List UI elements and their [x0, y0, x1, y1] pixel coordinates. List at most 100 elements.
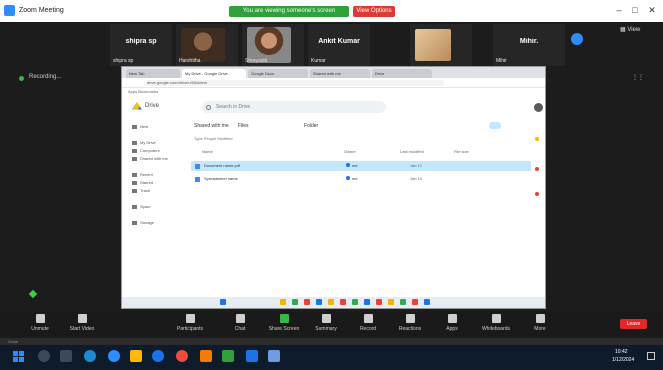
gallery-toggle[interactable]: ⋮⋮ [632, 74, 644, 81]
record-button[interactable]: Record [348, 314, 388, 336]
app-icon [352, 299, 358, 305]
view-button[interactable]: ▦ View [620, 26, 640, 33]
column-header[interactable]: Owner [344, 149, 356, 154]
reactions-button[interactable]: Reactions [390, 314, 430, 336]
file-row[interactable]: Document name.pdf me Jan 12 [191, 161, 531, 171]
participant-tile[interactable]: shipra sp shipra sp [110, 24, 172, 66]
shared-screen-view[interactable]: New Tab My Drive - Google Drive Google D… [121, 66, 546, 309]
drive-nav-item[interactable]: Computers [132, 147, 182, 154]
record-icon [363, 314, 373, 323]
participant-tile[interactable]: Harshitha [176, 24, 238, 66]
app-icon[interactable] [268, 350, 280, 362]
drive-nav-item[interactable]: Spam [132, 203, 182, 210]
whiteboards-button[interactable]: Whiteboards [476, 314, 516, 336]
calendar-icon[interactable] [535, 167, 539, 171]
drive-nav-item[interactable]: Storage [132, 219, 182, 226]
next-participants-icon[interactable] [571, 33, 583, 45]
mute-button[interactable]: Unmute [20, 314, 60, 336]
avatar[interactable] [534, 103, 543, 112]
toolbar-label: Participants [176, 326, 204, 332]
toolbar-label: Share Screen [268, 326, 300, 332]
file-row[interactable]: Spreadsheet name me Jan 10 [191, 174, 531, 184]
spam-icon [132, 204, 137, 209]
app-icon [364, 299, 370, 305]
chat-button[interactable]: Chat [220, 314, 260, 336]
drive-search-input[interactable]: Search in Drive [202, 101, 386, 113]
participant-display-name: shipra sp [125, 38, 157, 45]
windows-start-icon[interactable] [13, 351, 24, 362]
shared-icon [132, 156, 137, 161]
drive-nav-item[interactable]: Starred [132, 179, 182, 186]
summary-icon [321, 314, 331, 323]
nav-label: Computers [140, 148, 160, 153]
share-screen-icon [279, 314, 289, 323]
filter-chips[interactable]: Type People Modified [194, 136, 232, 141]
more-button[interactable]: More [520, 314, 560, 336]
maximize-icon[interactable]: □ [628, 4, 642, 16]
breadcrumb[interactable]: Files [238, 123, 249, 129]
app-icon [424, 299, 430, 305]
search-icon[interactable] [38, 350, 50, 362]
toolbar-label: Summary [315, 326, 337, 332]
column-header[interactable]: Name [202, 149, 213, 154]
toolbar-label: Chat [234, 326, 246, 332]
drive-nav-item[interactable]: My Drive [132, 139, 182, 146]
file-name: Document name.pdf [204, 163, 241, 168]
nav-label: Spam [140, 204, 151, 209]
status-strip [0, 338, 663, 345]
keep-icon[interactable] [535, 137, 539, 141]
browser-tab[interactable]: Drive [372, 69, 432, 78]
app-icon[interactable] [176, 350, 188, 362]
file-name: Spreadsheet name [204, 176, 238, 181]
participant-tile[interactable]: Mihir. Mihir [493, 24, 565, 66]
drive-nav-item[interactable]: Shared with me [132, 155, 182, 162]
column-header[interactable]: File size [454, 149, 469, 154]
summary-button[interactable]: Summary [306, 314, 346, 336]
task-view-icon[interactable] [60, 350, 72, 362]
breadcrumb[interactable]: Folder [304, 123, 318, 129]
minimize-icon[interactable]: – [612, 4, 626, 16]
url-input[interactable]: drive.google.com/drive/u/0/folders [144, 80, 444, 86]
zoom-taskbar-icon[interactable] [108, 350, 120, 362]
column-header[interactable]: Last modified [400, 149, 424, 154]
edge-icon[interactable] [84, 350, 96, 362]
app-icon[interactable] [246, 350, 258, 362]
app-icon[interactable] [222, 350, 234, 362]
status-strip-text: Zoom [8, 339, 19, 344]
browser-tab[interactable]: Shared with me [310, 69, 370, 78]
chrome-icon[interactable] [152, 350, 164, 362]
video-button[interactable]: Start Video [62, 314, 102, 336]
toolbar-label: Apps [446, 326, 458, 332]
file-modified: Jan 10 [410, 176, 423, 181]
participant-tile[interactable]: Ankit Kumar Kumar [308, 24, 370, 66]
notification-icon[interactable] [647, 352, 655, 360]
browser-tab[interactable]: My Drive - Google Drive [182, 69, 246, 78]
tasks-icon[interactable] [535, 192, 539, 196]
leave-button[interactable]: Leave [620, 319, 647, 329]
app-icon [292, 299, 298, 305]
drive-nav-item[interactable]: Trash [132, 187, 182, 194]
breadcrumb[interactable]: Shared with me [194, 123, 229, 129]
participants-button[interactable]: Participants [170, 314, 210, 336]
apps-button[interactable]: Apps [432, 314, 472, 336]
browser-tab[interactable]: New Tab [126, 69, 180, 78]
annotation-pen-icon[interactable] [28, 289, 38, 299]
view-options-button[interactable]: View Options [353, 6, 395, 17]
computer-icon [132, 148, 137, 153]
close-icon[interactable]: ✕ [645, 4, 659, 16]
participants-icon [185, 314, 195, 323]
app-icon[interactable] [200, 350, 212, 362]
drive-nav-item[interactable]: New [132, 123, 182, 130]
drive-nav-item[interactable]: Recent [132, 171, 182, 178]
file-explorer-icon[interactable] [130, 350, 142, 362]
clock-date[interactable]: 1/12/2024 [612, 357, 634, 363]
browser-tab[interactable]: Google Docs [248, 69, 308, 78]
app-icon [400, 299, 406, 305]
list-view-toggle[interactable] [489, 122, 501, 129]
bookmarks-bar: Apps Bookmarks [122, 88, 545, 96]
clock-time[interactable]: 10:42 [615, 349, 628, 355]
browser-addressbar: drive.google.com/drive/u/0/folders [122, 78, 545, 88]
participant-tile[interactable] [410, 24, 472, 66]
participant-tile[interactable]: Shreyashi [242, 24, 304, 66]
share-screen-button[interactable]: Share Screen [264, 314, 304, 336]
